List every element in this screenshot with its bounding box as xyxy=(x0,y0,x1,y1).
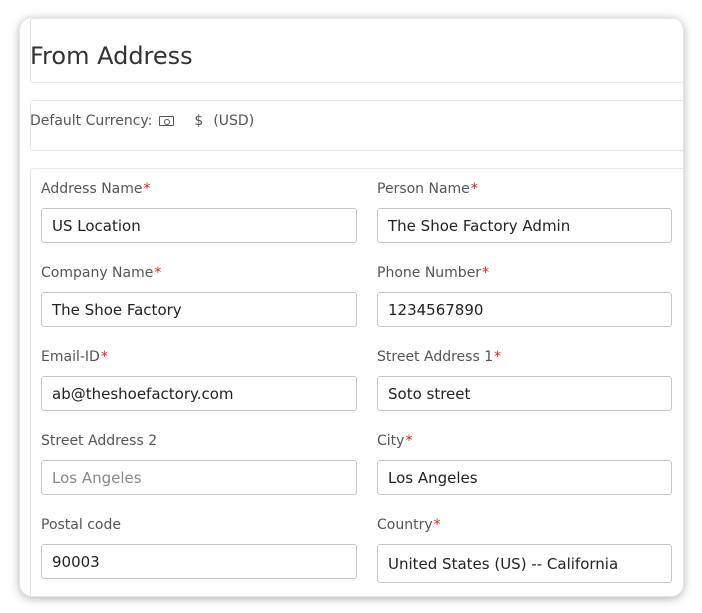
address-name-input[interactable] xyxy=(41,208,357,243)
person-name-label: Person Name* xyxy=(377,181,478,197)
money-icon xyxy=(159,116,175,126)
email-id-label: Email-ID* xyxy=(41,349,108,365)
country-label: Country* xyxy=(377,517,441,533)
required-marker: * xyxy=(154,265,162,281)
city-input[interactable] xyxy=(377,460,672,495)
required-marker: * xyxy=(470,181,478,197)
street-address-1-label: Street Address 1* xyxy=(377,349,502,365)
street-address-2-label: Street Address 2 xyxy=(41,433,158,449)
currency-symbol: $ xyxy=(194,113,204,129)
postal-code-label: Postal code xyxy=(41,517,121,533)
required-marker: * xyxy=(143,181,151,197)
country-select[interactable] xyxy=(377,544,672,583)
required-marker: * xyxy=(494,349,502,365)
currency-code: (USD) xyxy=(213,113,255,129)
city-label: City* xyxy=(377,433,413,449)
postal-code-input[interactable] xyxy=(41,544,357,579)
street-address-1-input[interactable] xyxy=(377,376,672,411)
page-title: From Address xyxy=(30,42,193,70)
person-name-input[interactable] xyxy=(377,208,672,243)
required-marker: * xyxy=(482,265,490,281)
phone-number-input[interactable] xyxy=(377,292,672,327)
from-address-card: From Address Default Currency: $ (USD) A… xyxy=(20,18,683,596)
phone-number-label: Phone Number* xyxy=(377,265,490,281)
email-id-input[interactable] xyxy=(41,376,357,411)
currency-label: Default Currency: xyxy=(30,113,153,129)
required-marker: * xyxy=(100,349,108,365)
address-name-label: Address Name* xyxy=(41,181,151,197)
street-address-2-input[interactable] xyxy=(41,460,357,495)
default-currency-row: Default Currency: $ (USD) xyxy=(30,111,254,131)
required-marker: * xyxy=(433,517,441,533)
company-name-label: Company Name* xyxy=(41,265,162,281)
company-name-input[interactable] xyxy=(41,292,357,327)
required-marker: * xyxy=(405,433,413,449)
